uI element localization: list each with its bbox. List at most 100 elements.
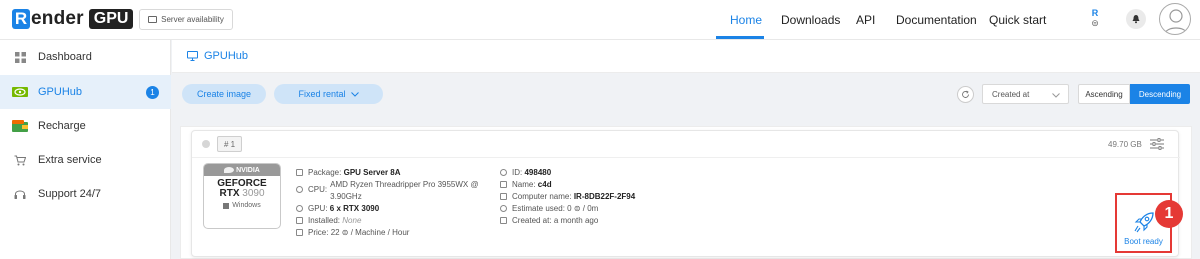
created-label: Created at: [512, 216, 552, 225]
sidebar-item-label: Support 24/7 [38, 188, 101, 200]
monitor-icon [148, 16, 158, 23]
descending-button[interactable]: Descending [1130, 84, 1190, 104]
nav-quick-start[interactable]: Quick start [989, 0, 1046, 40]
sidebar-item-recharge[interactable]: Recharge [0, 109, 171, 143]
gpu-row: GPU: 6 x RTX 3090 [296, 203, 496, 215]
calendar-icon [500, 217, 507, 224]
computer-icon [500, 193, 507, 200]
sidebar-item-support[interactable]: Support 24/7 [0, 177, 171, 211]
chevron-down-icon [350, 91, 359, 97]
nvidia-icon [12, 86, 28, 98]
price-icon [296, 229, 303, 236]
nav-documentation-label: Documentation [896, 13, 977, 27]
sort-by-select[interactable]: Created at [982, 84, 1069, 104]
main-content: GPUHub Create image Fixed rental Created… [172, 40, 1200, 259]
sidebar-item-label: Dashboard [38, 51, 92, 63]
computer-name-row: Computer name: IR-8DB22F-2F94 [500, 191, 720, 203]
cpu-row: CPU: AMD Ryzen Threadripper Pro 3955WX @ 3… [296, 179, 496, 203]
price-value: 22 ⊜ / Machine / Hour [330, 228, 410, 237]
cpu-label: CPU: [308, 185, 328, 194]
package-icon [296, 169, 303, 176]
boot-ready-label: Boot ready [1124, 237, 1163, 246]
user-avatar[interactable] [1159, 3, 1191, 35]
estimate-value: 0 ⊜ / 0m [567, 204, 599, 213]
gpu-label: GPU: [308, 204, 328, 213]
refresh-icon[interactable] [957, 86, 974, 103]
nav-downloads-label: Downloads [781, 13, 841, 27]
nav-api[interactable]: API [856, 0, 875, 40]
sidebar: Dashboard GPUHub 1 Recharge Extra servic… [0, 40, 171, 259]
name-label: Name: [512, 180, 536, 189]
clock-icon [500, 205, 507, 212]
sidebar-item-dashboard[interactable]: Dashboard [0, 40, 171, 74]
irender-gpu-logo[interactable]: R ender GPU [12, 8, 134, 30]
sidebar-item-label: GPUHub [38, 86, 83, 98]
id-row: ID: 498480 [500, 167, 720, 179]
gpu-model-prefix: RTX [219, 188, 243, 199]
nav-documentation[interactable]: Documentation [896, 0, 977, 40]
nvidia-logo-icon [224, 167, 235, 173]
package-row: Package: GPU Server 8A [296, 167, 496, 179]
page-title: GPUHub [204, 50, 249, 62]
gpuhub-count-badge: 1 [146, 86, 159, 99]
installed-row: Installed: None [296, 215, 496, 227]
cpu-value: AMD Ryzen Threadripper Pro 3955WX @ 3.90G… [330, 179, 478, 203]
estimate-label: Estimate used: [512, 204, 565, 213]
nav-downloads[interactable]: Downloads [781, 0, 840, 40]
descending-label: Descending [1138, 89, 1182, 99]
notification-bell-icon[interactable] [1126, 9, 1146, 29]
nav-home-label: Home [730, 13, 763, 27]
created-row: Created at: a month ago [500, 215, 720, 227]
price-row: Price: 22 ⊜ / Machine / Hour [296, 227, 496, 239]
currency-icon: ⊜ [1091, 18, 1099, 28]
logo-gpu: GPU [88, 9, 134, 29]
gpu-thumbnail: NVIDIA GEFORCE RTX 3090 Windows [203, 163, 281, 229]
ascending-button[interactable]: Ascending [1078, 84, 1130, 104]
nav-home[interactable]: Home [730, 0, 762, 40]
installed-value: None [342, 216, 362, 225]
cart-icon [12, 154, 28, 166]
sidebar-item-label: Recharge [38, 120, 86, 132]
machine-list-panel: # 1 49.70 GB NVIDIA GEFORCE RTX 3090 Win… [180, 126, 1192, 259]
installed-label: Installed: [308, 216, 341, 225]
id-value: 498480 [524, 168, 552, 177]
computer-name-label: Computer name: [512, 192, 572, 201]
top-header: R ender GPU Server availability Home Dow… [0, 0, 1200, 40]
installed-icon [296, 217, 303, 224]
step-callout-badge: 1 [1155, 200, 1183, 228]
sidebar-item-gpuhub[interactable]: GPUHub 1 [0, 75, 171, 109]
sidebar-item-extra-service[interactable]: Extra service [0, 143, 171, 177]
fixed-rental-label: Fixed rental [298, 89, 346, 99]
windows-icon [223, 202, 230, 209]
os-label: Windows [232, 202, 261, 209]
estimate-row: Estimate used: 0 ⊜ / 0m [500, 203, 720, 215]
server-availability-button[interactable]: Server availability [139, 9, 233, 30]
gpu-model: RTX 3090 [204, 189, 280, 199]
machine-card: # 1 49.70 GB NVIDIA GEFORCE RTX 3090 Win… [191, 130, 1180, 257]
chevron-down-icon [1052, 93, 1060, 98]
nav-quick-start-label: Quick start [989, 13, 1047, 27]
currency-switch[interactable]: R ⊜ [1088, 8, 1102, 28]
logo-r: R [12, 9, 30, 29]
active-nav-underline [716, 36, 764, 39]
rocket-icon [1134, 212, 1154, 233]
machine-specs-left: Package: GPU Server 8A CPU: AMD Ryzen Thr… [296, 167, 496, 239]
package-value: GPU Server 8A [343, 168, 401, 177]
settings-sliders-icon[interactable] [1150, 138, 1164, 150]
grid-icon [12, 51, 28, 63]
breadcrumb: GPUHub [172, 40, 1200, 73]
monitor-icon [187, 51, 198, 61]
price-label: Price: [308, 228, 329, 237]
gpu-model-number: 3090 [242, 188, 265, 199]
logo-ender: ender [31, 8, 84, 29]
sort-by-value: Created at [992, 89, 1030, 99]
disk-size: 49.70 GB [1108, 140, 1142, 149]
name-value: c4d [537, 180, 552, 189]
name-row: Name: c4d [500, 179, 720, 191]
gpu-icon [296, 205, 303, 212]
create-image-button[interactable]: Create image [182, 84, 266, 104]
cpu-value-line2: 3.90GHz [330, 192, 362, 201]
cpu-value-line1: AMD Ryzen Threadripper Pro 3955WX @ [330, 180, 479, 189]
fixed-rental-dropdown[interactable]: Fixed rental [274, 84, 383, 104]
package-label: Package: [308, 168, 342, 177]
